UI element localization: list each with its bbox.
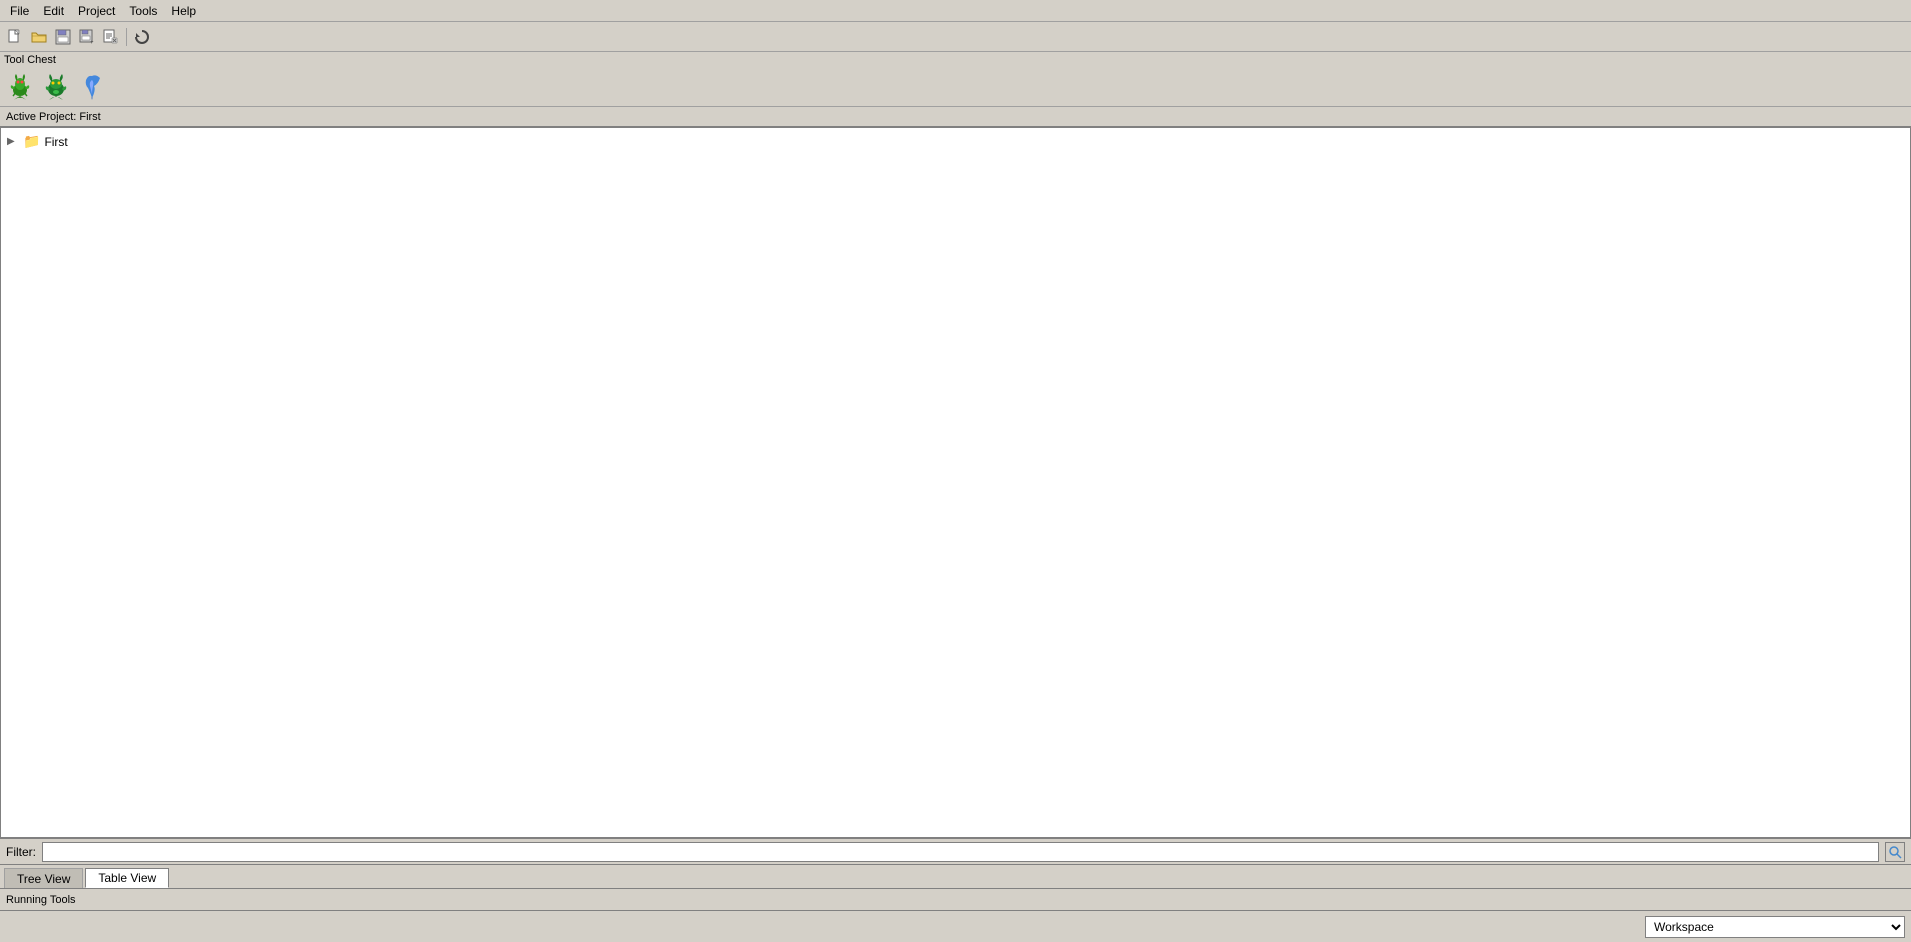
active-project-label: Active Project: First	[6, 111, 101, 123]
tab-tree-view[interactable]: Tree View	[4, 868, 83, 888]
new-button[interactable]	[4, 26, 26, 48]
tree-expand-icon: ▶	[7, 136, 19, 147]
menu-file[interactable]: File	[4, 2, 35, 20]
dragon1-icon	[6, 72, 34, 100]
tabs-bar: Tree View Table View	[0, 864, 1911, 888]
running-tools-label: Running Tools	[6, 894, 76, 906]
main-area: ▶ 📁 First	[0, 127, 1911, 838]
filter-input[interactable]	[42, 842, 1879, 862]
tool-chest-label: Tool Chest	[4, 54, 1907, 66]
dragon-tool-2[interactable]	[40, 70, 72, 102]
filter-label: Filter:	[6, 845, 36, 859]
save-button[interactable]	[52, 26, 74, 48]
refresh-icon	[134, 29, 150, 45]
save-as-icon: +	[79, 29, 95, 45]
filter-bar: Filter:	[0, 838, 1911, 864]
status-bar: Workspace	[0, 910, 1911, 942]
active-project-bar: Active Project: First	[0, 107, 1911, 127]
tree-item-first[interactable]: ▶ 📁 First	[5, 132, 1906, 151]
menu-bar: File Edit Project Tools Help	[0, 0, 1911, 22]
tab-table-view[interactable]: Table View	[85, 868, 169, 888]
menu-tools[interactable]: Tools	[123, 2, 163, 20]
tool-3[interactable]	[76, 70, 108, 102]
open-folder-button[interactable]	[28, 26, 50, 48]
dragon-tool-1[interactable]	[4, 70, 36, 102]
folder-icon: 📁	[23, 133, 40, 150]
close-icon	[103, 29, 119, 45]
new-icon	[7, 29, 23, 45]
menu-help[interactable]: Help	[165, 2, 202, 20]
tree-item-first-label: First	[44, 135, 67, 149]
open-folder-icon	[31, 29, 47, 45]
tool-chest-icons	[4, 68, 1907, 104]
save-as-button[interactable]: +	[76, 26, 98, 48]
workspace-select[interactable]: Workspace	[1645, 916, 1905, 938]
svg-text:+: +	[90, 40, 94, 45]
toolbar: +	[0, 22, 1911, 52]
menu-edit[interactable]: Edit	[37, 2, 70, 20]
menu-project[interactable]: Project	[72, 2, 121, 20]
tool3-icon	[78, 72, 106, 100]
toolbar-separator	[126, 28, 127, 46]
tool-chest-section: Tool Chest	[0, 52, 1911, 107]
dragon2-icon	[42, 72, 70, 100]
filter-search-icon	[1888, 845, 1902, 859]
running-tools-bar: Running Tools	[0, 888, 1911, 910]
save-icon	[55, 29, 71, 45]
filter-search-button[interactable]	[1885, 842, 1905, 862]
tree-area: ▶ 📁 First	[1, 128, 1910, 837]
refresh-button[interactable]	[131, 26, 153, 48]
close-button[interactable]	[100, 26, 122, 48]
